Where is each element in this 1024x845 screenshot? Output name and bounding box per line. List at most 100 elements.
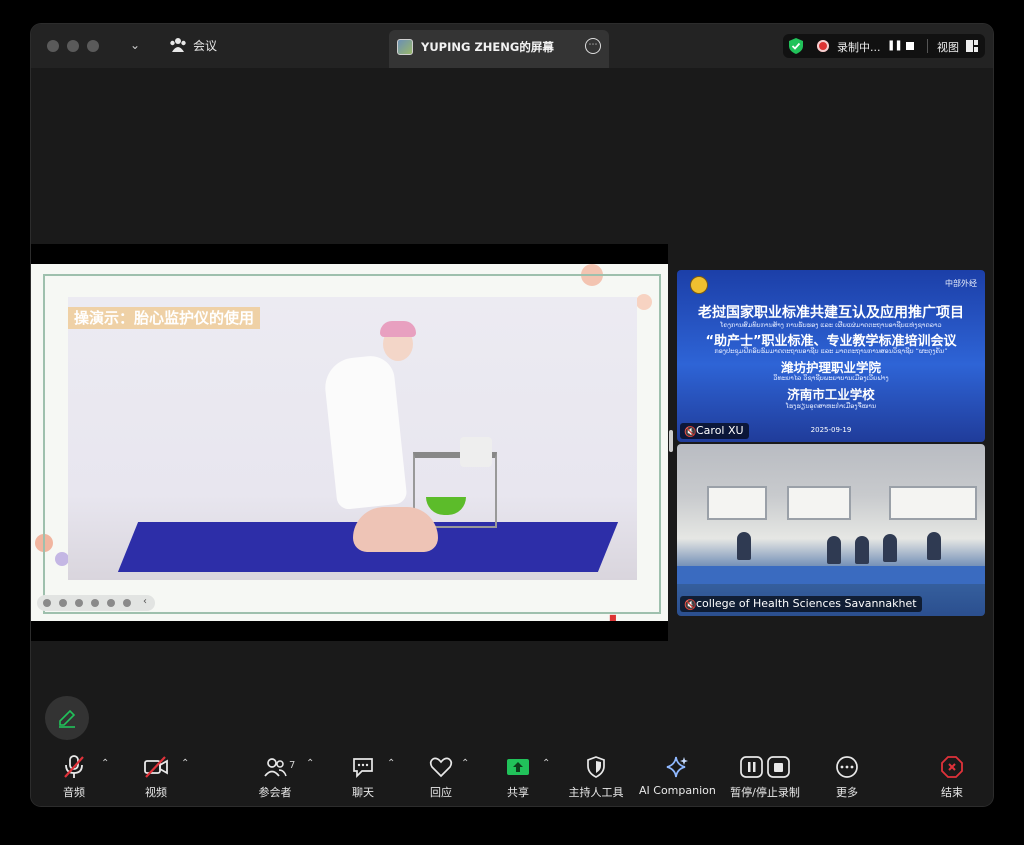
muted-mic-icon: 🔇 [684,427,697,438]
audio-options-caret-icon[interactable]: ⌃ [101,758,109,769]
attendee [827,536,841,564]
banner-line2-sub: ກອງປະຊຸມຝຶກອົບຮົມມາດຕະຖານອາຊີບ ແລະ ມາດຕະ… [714,347,948,355]
participants-options-caret-icon[interactable]: ⌃ [306,758,314,769]
react-button[interactable]: 回应 [426,754,456,800]
participant-tile-savannakhet[interactable]: 🔇 college of Health Sciences Savannakhet [677,444,985,616]
audio-button[interactable]: 音频 [59,754,89,800]
shared-screen-thumbnail-icon [397,39,413,55]
ai-companion-button[interactable]: AI Companion [639,754,716,797]
nurse-figure [322,353,408,511]
banner-line1: 老挝国家职业标准共建互认及应用推广项目 [698,305,964,321]
conference-table [677,566,985,584]
zoom-window-button[interactable] [87,40,99,52]
close-window-button[interactable] [47,40,59,52]
end-meeting-button[interactable]: 结束 [937,754,967,800]
slide-next-icon[interactable] [59,599,67,607]
pause-recording-icon[interactable]: ❚❚ [887,40,903,51]
room-window [707,486,767,520]
attendee [883,534,897,562]
participant-name-tag: 🔇 college of Health Sciences Savannakhet [680,596,922,612]
annotate-button[interactable] [45,696,89,740]
room-window [787,486,851,520]
participant-name-tag: 🔇 Carol XU [680,423,749,439]
banner-line1-sub: ໂຄງການສົມທົບການສ້າງ ການຮັບຮອງ ແລະ ເຜີຍແຜ… [720,321,942,329]
meeting-toolbar: 音频 ⌃ 视频 ⌃ 参会者 7 ⌃ 聊天 ⌃ 回应 ⌃ 共享 ⌃ 主持人工具 A… [31,744,993,806]
participants-label: 参会者 [258,786,292,799]
video-button[interactable]: 视频 [141,754,171,800]
react-options-caret-icon[interactable]: ⌃ [461,758,469,769]
banner-logo-text: 中部外经 [945,279,977,288]
attendee [737,532,751,560]
chat-label: 聊天 [352,786,374,799]
chat-button[interactable]: 聊天 [349,754,377,800]
share-options-caret-icon[interactable]: ⌃ [542,758,550,769]
attendee [855,536,869,564]
host-tools-label: 主持人工具 [568,786,624,799]
banner-line4-sub: ໂຮງຮຽນອຸດສາຫະກຳເມືອງຈີ່ໜານ [785,402,877,410]
participant-name: college of Health Sciences Savannakhet [696,597,917,610]
ai-sparkle-icon [666,756,688,778]
video-caption: 操演示：胎心监护仪的使用 [68,307,261,329]
demo-video: 操演示：胎心监护仪的使用 [68,297,637,580]
chevron-down-icon[interactable]: ⌄ [130,38,140,52]
collapse-chevron-icon[interactable]: ‹ [143,596,147,607]
room-window [889,486,977,520]
resize-handle[interactable] [669,430,673,452]
grid-icon[interactable] [107,599,115,607]
video-options-caret-icon[interactable]: ⌃ [181,758,189,769]
video-label: 视频 [145,786,167,799]
pause-stop-recording-icon [740,756,790,778]
meeting-info-icon[interactable] [169,37,187,53]
shared-screen-view[interactable]: 操演示：胎心监护仪的使用 ‹ ■ [31,244,668,641]
microphone-muted-icon [64,755,84,778]
pause-stop-recording-label: 暂停/停止录制 [730,786,800,799]
host-shield-icon [587,756,605,778]
participants-button[interactable]: 参会者 [257,754,293,800]
nurse-cap [380,321,416,337]
view-layout-icon[interactable] [966,40,978,52]
recording-dot-icon [817,40,829,52]
pencil-icon [59,709,76,728]
shared-screen-tab[interactable]: YUPING ZHENG的屏幕 ⋯ [389,30,609,68]
more-button[interactable]: 更多 [833,754,861,800]
view-label[interactable]: 视图 [937,39,959,55]
end-meeting-label: 结束 [941,786,963,799]
minimize-window-button[interactable] [67,40,79,52]
slide-prev-icon[interactable] [43,599,51,607]
chat-bubble-icon [353,758,373,779]
more-options-icon[interactable]: ⋯ [585,38,601,54]
manikin [353,507,438,552]
zoom-icon[interactable] [91,599,99,607]
divider [927,39,928,53]
muted-mic-icon: 🔇 [684,600,697,611]
app-mark-icon: ■ [609,613,617,622]
banner-line3-sub: ວິທະຍາໄລ ວິຊາຊີບພະຍາບານເມືອງເວີຍຟາງ [773,374,889,382]
shared-screen-title: YUPING ZHENG的屏幕 [421,40,554,54]
pen-icon[interactable] [75,599,83,607]
end-meeting-icon [941,756,963,778]
react-label: 回应 [430,786,452,799]
share-label: 共享 [507,786,529,799]
recording-status-text: 录制中... [837,41,881,54]
host-tools-button[interactable]: 主持人工具 [566,754,626,800]
stop-recording-icon[interactable] [906,42,914,50]
pause-stop-recording-button[interactable]: 暂停/停止录制 [727,754,803,800]
meeting-label[interactable]: 会议 [193,37,217,54]
participant-name: Carol XU [696,424,744,437]
participants-icon [264,758,287,777]
more-label: 更多 [836,786,858,799]
chat-options-caret-icon[interactable]: ⌃ [387,758,395,769]
participant-tile-carol[interactable]: 中部外经 老挝国家职业标准共建互认及应用推广项目 ໂຄງການສົມທົບການ… [677,270,985,442]
encryption-shield-icon[interactable] [789,38,803,54]
participant-count: 7 [289,760,296,771]
more-dots-icon [836,756,858,778]
banner-line4: 济南市工业学校 [787,387,875,402]
share-button[interactable]: 共享 [504,754,532,800]
presentation-slide: 操演示：胎心监护仪的使用 ‹ ■ [31,264,668,622]
audio-label: 音频 [63,786,85,799]
ai-companion-label: AI Companion [639,784,716,797]
more-icon[interactable] [123,599,131,607]
slide-toolbar: ‹ [37,595,155,611]
share-screen-icon [507,759,529,775]
heart-icon [429,757,453,778]
